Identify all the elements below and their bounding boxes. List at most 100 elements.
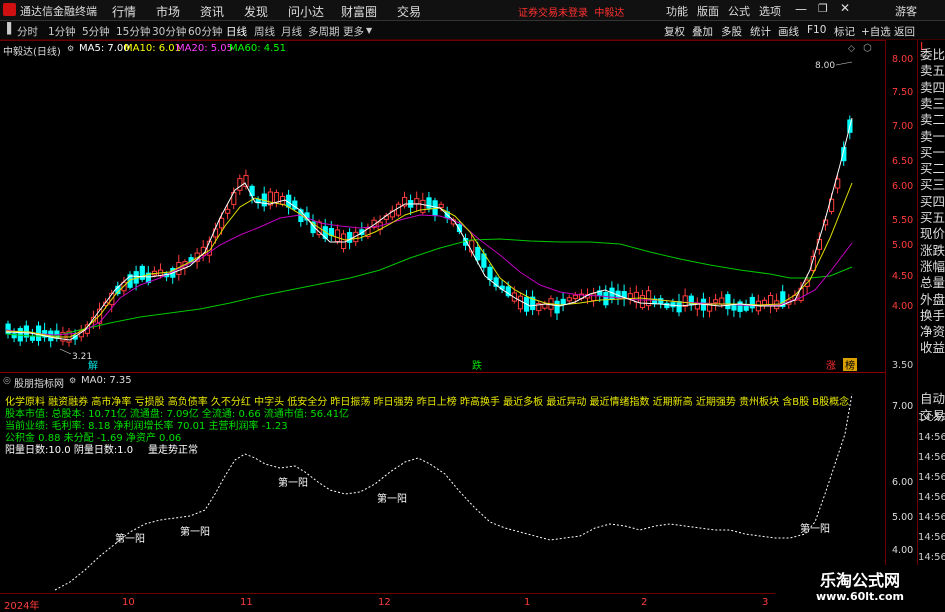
candlesticks: [5, 115, 853, 348]
watermark-title: 乐淘公式网: [819, 571, 900, 590]
more-dropdown-icon[interactable]: ▼: [366, 26, 372, 35]
tool-tongji[interactable]: 统计: [750, 24, 771, 39]
price-tick: 6.50: [892, 156, 914, 167]
candle-body: [487, 266, 493, 281]
candle-body: [572, 294, 578, 299]
period-15min[interactable]: 15分钟: [116, 24, 150, 39]
period-5min[interactable]: 5分钟: [82, 24, 110, 39]
tool-fuquan[interactable]: 复权: [664, 24, 685, 39]
quote-tab[interactable]: 卖三: [920, 96, 945, 112]
candle-body: [237, 178, 243, 191]
toolbar-toggle-icon[interactable]: ▐: [3, 23, 11, 35]
candle-body: [761, 299, 768, 306]
guest-button[interactable]: 游客: [895, 3, 917, 19]
period-multi[interactable]: 多周期: [308, 24, 340, 39]
quote-tab[interactable]: 买二: [920, 162, 945, 177]
tool-add-watchlist[interactable]: +自选: [861, 24, 891, 39]
menu-zixun[interactable]: 资讯: [200, 3, 224, 20]
watermark: 乐淘公式网 www.60lt.com: [775, 565, 945, 609]
candle-body: [743, 305, 749, 311]
quote-tab[interactable]: 买三: [920, 178, 945, 193]
quote-tab[interactable]: 自动: [920, 391, 945, 407]
tick-time: 14:56: [918, 452, 945, 463]
candle-body: [737, 301, 743, 312]
quote-tab[interactable]: 买四: [920, 194, 945, 210]
menu-wenxiaoda[interactable]: 问小达: [288, 3, 324, 20]
tick-time: 14:56: [918, 532, 945, 543]
tool-biaoji[interactable]: 标记: [834, 24, 855, 39]
low-marker-line: [59, 348, 72, 355]
quote-tab[interactable]: 卖四: [920, 80, 945, 96]
menu-faxian[interactable]: 发现: [244, 3, 268, 20]
quote-tab[interactable]: 收益: [920, 341, 945, 356]
menu-gongneng[interactable]: 功能: [666, 3, 688, 19]
menu-xuanxiang[interactable]: 选项: [759, 3, 781, 19]
tool-diejia[interactable]: 叠加: [692, 24, 713, 39]
tick-time: 14:56: [918, 432, 945, 443]
period-1min[interactable]: 1分钟: [48, 24, 76, 39]
ma5-line: [5, 117, 853, 341]
price-tick: 3.50: [892, 360, 914, 371]
candle-body: [438, 203, 444, 208]
date-label: 12: [378, 597, 391, 608]
candle-body: [341, 233, 347, 250]
quote-tab[interactable]: 卖二: [920, 113, 945, 128]
menu-banmian[interactable]: 版面: [697, 3, 719, 19]
candle-body: [273, 191, 280, 203]
period-week[interactable]: 周线: [254, 24, 275, 39]
tick-time: 14:56: [918, 552, 945, 563]
menu-shichang[interactable]: 市场: [156, 3, 180, 20]
menu-caifuquan[interactable]: 财富圈: [341, 3, 377, 20]
period-more[interactable]: 更多: [343, 24, 364, 39]
yang-label: 第一阳: [278, 476, 308, 489]
quote-tab[interactable]: 涨跌: [920, 243, 945, 259]
quote-tab[interactable]: 委比: [920, 47, 945, 63]
menu-hangqing[interactable]: 行情: [112, 3, 136, 20]
candle-body: [212, 228, 219, 238]
login-notice[interactable]: 证券交易未登录 中毅达: [518, 4, 624, 19]
watermark-url: www.60lt.com: [815, 590, 905, 603]
yang-label: 第一阳: [180, 525, 210, 538]
candle-body: [139, 265, 145, 280]
quote-tab[interactable]: 净资: [920, 325, 945, 340]
quote-tab[interactable]: 卖五: [920, 64, 945, 79]
tool-huaxian[interactable]: 画线: [778, 24, 799, 39]
date-label: 2024年: [4, 601, 40, 612]
candle-body: [517, 295, 524, 310]
price-tick: 7.50: [892, 87, 914, 98]
signal-zhang: 涨: [826, 360, 836, 371]
quote-tab[interactable]: 换手: [920, 308, 945, 324]
indicator-axis: 7.00 6.00 5.00 4.00: [886, 372, 917, 592]
quote-tab[interactable]: 买五: [920, 210, 945, 226]
restore-icon[interactable]: ❐: [818, 2, 828, 15]
indicator-tick: 6.00: [892, 477, 914, 488]
candle-body: [426, 197, 432, 209]
price-tick: 4.00: [892, 301, 914, 312]
close-icon[interactable]: ✕: [840, 1, 850, 15]
quote-tab[interactable]: 外盘: [920, 292, 945, 308]
period-day[interactable]: 日线: [226, 24, 247, 39]
menu-gongshi[interactable]: 公式: [728, 3, 750, 19]
price-axis: 8.00 7.50 7.00 6.50 6.00 5.50 5.00 4.50 …: [886, 40, 917, 371]
period-60min[interactable]: 60分钟: [188, 24, 222, 39]
tool-duogu[interactable]: 多股: [721, 24, 742, 39]
tick-time: 14:56: [918, 512, 945, 523]
candle-body: [414, 198, 420, 205]
app-logo-icon: [3, 3, 16, 16]
period-30min[interactable]: 30分钟: [152, 24, 186, 39]
tool-back[interactable]: 返回: [894, 24, 915, 39]
minimize-icon[interactable]: —: [795, 2, 807, 16]
quote-tab[interactable]: 买一: [920, 145, 945, 161]
candle-body: [219, 217, 225, 229]
period-fenshi[interactable]: 分时: [17, 24, 38, 39]
candle-body: [749, 296, 755, 309]
quote-tab[interactable]: 总量: [920, 276, 945, 291]
tool-f10[interactable]: F10: [807, 24, 826, 36]
menu-jiaoyi[interactable]: 交易: [397, 3, 421, 20]
signal-die: 跌: [472, 359, 482, 371]
quote-tab[interactable]: 涨幅: [920, 259, 945, 275]
quote-tab[interactable]: 卖一: [920, 129, 945, 145]
candle-body: [676, 301, 682, 313]
period-month[interactable]: 月线: [281, 24, 302, 39]
quote-tab[interactable]: 现价: [920, 227, 945, 242]
